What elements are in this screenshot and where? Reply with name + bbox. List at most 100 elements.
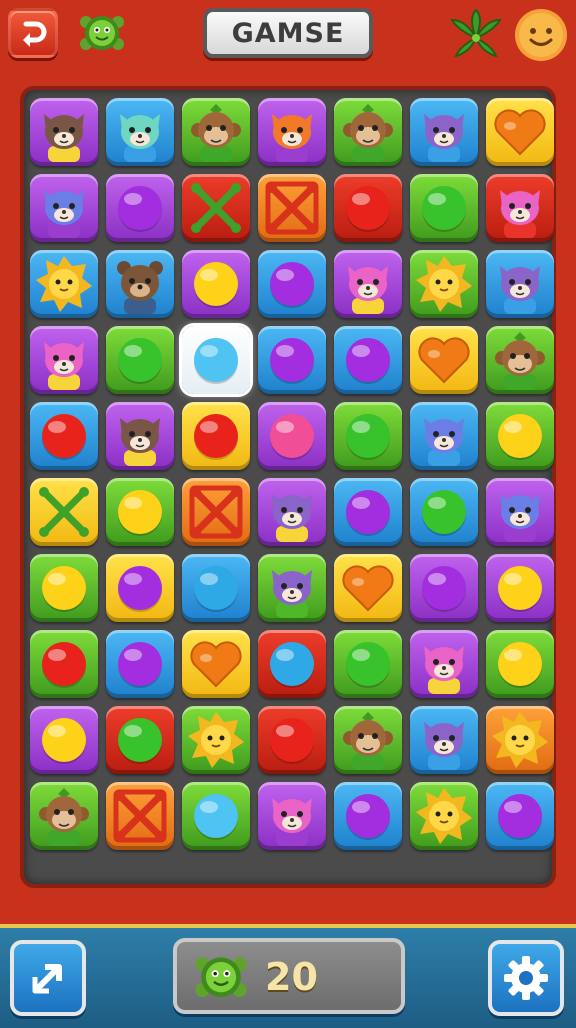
tile-cross[interactable] (182, 174, 250, 242)
gem-icon (346, 794, 390, 840)
gem-icon (422, 186, 466, 232)
tile-gem[interactable] (182, 250, 250, 318)
tile-cat[interactable] (106, 402, 174, 470)
tile-monkey[interactable] (182, 98, 250, 166)
gear-icon (504, 956, 548, 1000)
tile-cat[interactable] (410, 630, 478, 698)
tile-lion[interactable] (410, 250, 478, 318)
tile-gem[interactable] (410, 554, 478, 622)
top-bar: GAMSE (0, 0, 576, 80)
undo-button[interactable] (8, 8, 58, 58)
monkey-icon (495, 332, 545, 390)
tile-cat[interactable] (258, 554, 326, 622)
tile-selected[interactable] (182, 326, 250, 394)
tile-lion[interactable] (486, 706, 554, 774)
tile-lion[interactable] (30, 250, 98, 318)
tile-cat[interactable] (334, 250, 402, 318)
cat-icon (424, 646, 464, 694)
cat-icon (424, 722, 464, 770)
tile-gem[interactable] (258, 630, 326, 698)
tile-cat[interactable] (486, 174, 554, 242)
tile-gem[interactable] (410, 174, 478, 242)
tile-gem[interactable] (258, 250, 326, 318)
gem-icon (42, 566, 86, 612)
tile-gem[interactable] (106, 630, 174, 698)
tile-cat[interactable] (258, 98, 326, 166)
tile-gem[interactable] (182, 402, 250, 470)
monkey-icon (343, 104, 393, 162)
tile-heart[interactable] (182, 630, 250, 698)
share-button[interactable] (10, 940, 86, 1016)
tile-gem[interactable] (334, 782, 402, 850)
gem-icon (270, 262, 314, 308)
tile-cross[interactable] (30, 478, 98, 546)
tile-cat[interactable] (30, 174, 98, 242)
tile-gem[interactable] (258, 706, 326, 774)
gem-icon (270, 338, 314, 384)
settings-button[interactable] (488, 940, 564, 1016)
tile-cross[interactable] (106, 782, 174, 850)
tile-gem[interactable] (182, 782, 250, 850)
smiley-face-icon[interactable] (513, 7, 569, 63)
bottom-bar: 20 (0, 924, 576, 1028)
tile-gem[interactable] (334, 174, 402, 242)
tile-bear[interactable] (106, 250, 174, 318)
tile-monkey[interactable] (30, 782, 98, 850)
tile-gem[interactable] (258, 326, 326, 394)
tile-gem[interactable] (106, 174, 174, 242)
tile-gem[interactable] (106, 326, 174, 394)
tile-heart[interactable] (486, 98, 554, 166)
tile-gem[interactable] (30, 706, 98, 774)
cat-icon (424, 418, 464, 466)
tile-gem[interactable] (334, 402, 402, 470)
gem-icon (118, 338, 162, 384)
tile-cat[interactable] (410, 98, 478, 166)
tile-cat[interactable] (106, 98, 174, 166)
heart-icon (494, 109, 546, 156)
tile-gem[interactable] (106, 478, 174, 546)
tile-gem[interactable] (30, 630, 98, 698)
tile-gem[interactable] (334, 630, 402, 698)
tile-cat[interactable] (486, 250, 554, 318)
tile-gem[interactable] (106, 706, 174, 774)
tile-lion[interactable] (182, 706, 250, 774)
tile-cat[interactable] (258, 782, 326, 850)
heart-icon (342, 565, 394, 612)
monkey-icon (191, 104, 241, 162)
tile-lion[interactable] (410, 782, 478, 850)
tile-cross[interactable] (182, 478, 250, 546)
cross-icon (39, 487, 89, 537)
tile-cat[interactable] (30, 98, 98, 166)
cross-icon (265, 181, 319, 235)
tile-cat[interactable] (410, 402, 478, 470)
tile-monkey[interactable] (334, 98, 402, 166)
tile-gem[interactable] (486, 630, 554, 698)
tile-gem[interactable] (334, 326, 402, 394)
tile-gem[interactable] (410, 478, 478, 546)
tile-gem[interactable] (486, 554, 554, 622)
cat-icon (120, 114, 160, 162)
tile-gem[interactable] (258, 402, 326, 470)
tile-heart[interactable] (334, 554, 402, 622)
gem-icon (270, 414, 314, 460)
tile-cat[interactable] (486, 478, 554, 546)
leaf-icon[interactable] (448, 8, 504, 62)
tile-gem[interactable] (30, 554, 98, 622)
tile-gem[interactable] (486, 402, 554, 470)
tile-heart[interactable] (410, 326, 478, 394)
tile-cat[interactable] (258, 478, 326, 546)
lion-icon (492, 712, 548, 768)
tile-gem[interactable] (106, 554, 174, 622)
tile-cross[interactable] (258, 174, 326, 242)
tile-gem[interactable] (486, 782, 554, 850)
gem-icon (194, 566, 238, 612)
tile-monkey[interactable] (334, 706, 402, 774)
tile-gem[interactable] (30, 402, 98, 470)
tile-gem[interactable] (334, 478, 402, 546)
tile-monkey[interactable] (486, 326, 554, 394)
tile-gem[interactable] (182, 554, 250, 622)
tile-cat[interactable] (30, 326, 98, 394)
score-panel: 20 (173, 938, 405, 1014)
lion-icon (416, 256, 472, 312)
tile-cat[interactable] (410, 706, 478, 774)
